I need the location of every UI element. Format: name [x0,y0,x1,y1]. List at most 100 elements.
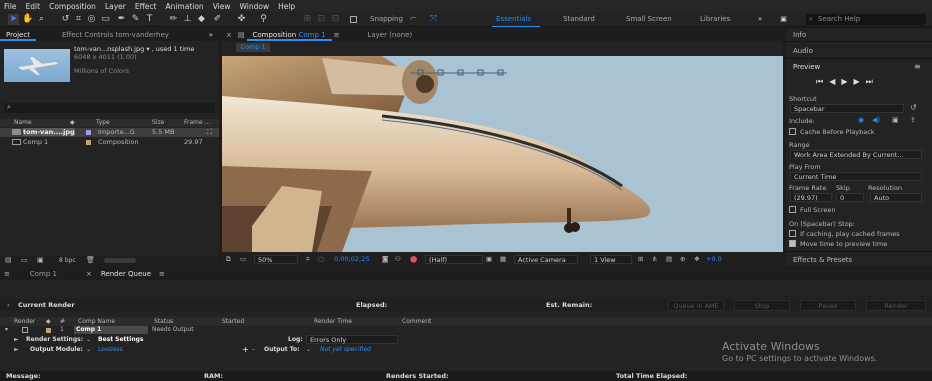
always-preview-icon[interactable]: ⧉ [226,253,231,266]
play-icon[interactable]: ▶ [841,77,853,86]
color-channel-icon[interactable]: ⬤ [410,253,417,266]
cache-before-playback-checkbox[interactable] [789,128,796,135]
thumbnail-slider[interactable] [104,258,136,263]
output-module-value[interactable]: Lossless [98,345,123,354]
range-dropdown[interactable]: Work Area Extended By Current... [790,150,922,159]
next-frame-icon[interactable]: ▶ [854,77,866,86]
region-of-interest-icon[interactable]: ▣ [486,253,492,266]
monitor-icon[interactable]: ▭ [240,253,246,266]
render-settings-value[interactable]: Best Settings [98,335,144,344]
flowchart-icon[interactable]: ⊕ [680,253,685,266]
hand-tool-icon[interactable]: ✋ [22,14,33,25]
axis-tool-icon[interactable]: ⊞ [302,14,313,25]
col-name[interactable]: Name [14,119,32,126]
current-time-display[interactable]: 0;00;02;25 [334,253,370,266]
last-frame-icon[interactable]: ⏭ [866,77,879,86]
render-checkbox[interactable] [22,327,28,333]
dropdown-arrow-icon[interactable]: ⌄ [306,345,311,354]
menu-edit[interactable]: Edit [26,2,41,11]
snap-edges-icon[interactable]: ⤧ [428,14,439,25]
comp-flowchart-tab[interactable]: Comp 1 [236,43,270,52]
lock-icon[interactable]: ▤ [236,31,247,39]
move-time-option[interactable]: Move time to preview time [789,240,887,248]
project-search-input[interactable]: ⌕ [4,103,215,113]
tab-layer[interactable]: Layer (none) [361,29,418,41]
project-item-row[interactable]: tom-van....jpg Importe...G 5.5 MB ⛶ [0,128,219,137]
snap-icon[interactable]: ⌐ [408,14,419,25]
bit-depth-button[interactable]: 8 bpc [59,257,76,264]
include-audio-icon[interactable]: ◀) [872,116,880,124]
eraser-tool-icon[interactable]: ◆ [196,14,207,25]
tab-project[interactable]: Project [0,29,36,41]
export-icon[interactable]: ⇪ [910,116,916,124]
shortcut-dropdown[interactable]: Spacebar [790,104,904,113]
if-caching-option[interactable]: If caching, play cached frames [789,230,900,238]
sync-settings-icon[interactable]: ▣ [778,14,789,25]
close-tab-icon[interactable]: × [222,31,236,39]
view-layout-dropdown[interactable]: 1 View [590,255,632,264]
selection-tool-icon[interactable]: ➤ [8,14,19,25]
col-comp-name[interactable]: Comp Name [78,317,115,326]
col-render-time[interactable]: Render Time [314,317,352,326]
full-screen-option[interactable]: Full Screen [789,206,836,214]
if-caching-checkbox[interactable] [789,230,796,237]
workspace-libraries[interactable]: Libraries [700,15,730,23]
zoom-dropdown[interactable]: 50% [254,255,298,264]
exposure-value[interactable]: +0.0 [706,253,722,266]
panel-menu-icon[interactable]: ≡ [157,270,167,278]
toggle-pixel-aspect-icon[interactable]: ⊞ [638,253,643,266]
cache-before-playback-option[interactable]: Cache Before Playback [789,128,875,136]
expand-arrow-icon[interactable]: ► [14,335,19,344]
menu-file[interactable]: File [4,2,17,11]
show-snapshot-icon[interactable]: ⚇ [395,253,401,266]
panel-more-button[interactable]: » [203,29,219,41]
expand-arrow-icon[interactable]: ► [14,345,19,354]
menu-window[interactable]: Window [240,2,270,11]
previous-frame-icon[interactable]: ◀ [829,77,841,86]
first-frame-icon[interactable]: ⏮ [816,77,829,86]
puppet-pin-tool-icon[interactable]: ⚲ [258,14,269,25]
brush-tool-icon[interactable]: ✏ [168,14,179,25]
workspace-small-screen[interactable]: Small Screen [626,15,672,23]
axis-tool-icon-3[interactable]: ⊟ [330,14,341,25]
comp-name-link[interactable]: Comp 1 [298,31,325,39]
output-to-value[interactable]: Not yet specified [320,345,371,354]
pen-tool-icon[interactable]: ✒ [116,14,127,25]
composition-canvas[interactable] [222,56,783,252]
clone-stamp-tool-icon[interactable]: ⊥ [182,14,193,25]
search-help-input[interactable]: ⌕ Search Help [806,14,926,25]
queue-in-ame-button[interactable]: Queue in AME [668,300,724,311]
pen-tool-icon-2[interactable]: ✎ [130,14,141,25]
col-frame-rate[interactable]: Frame ... [184,119,210,126]
dropdown-arrow-icon[interactable]: ⌄ [86,345,91,354]
snapshot-icon[interactable]: ◙ [382,253,388,266]
snapping-checkbox[interactable] [348,15,359,26]
col-started[interactable]: Started [222,317,244,326]
add-output-module-icon[interactable]: + [242,345,249,354]
log-dropdown[interactable]: Errors Only [306,335,398,344]
dropdown-arrow-icon[interactable]: ⌄ [86,335,91,344]
tab-render-queue[interactable]: Render Queue [95,268,157,280]
expand-arrow-icon[interactable]: › [7,301,10,309]
trash-icon[interactable]: 🗑 [86,256,95,264]
grid-icon[interactable]: ⌗ [306,253,310,266]
rectangle-tool-icon[interactable]: ▭ [100,14,111,25]
pause-button[interactable]: Pause [800,300,856,311]
roto-brush-tool-icon[interactable]: ✐ [212,14,223,25]
new-comp-icon[interactable]: ▣ [37,256,44,264]
menu-effect[interactable]: Effect [135,2,157,11]
info-panel-tab[interactable]: Info [793,31,806,39]
include-video-icon[interactable]: ◉ [858,116,864,124]
fast-previews-icon[interactable]: ⋔ [652,253,657,266]
reset-icon[interactable]: ↺ [910,103,917,112]
tab-effect-controls[interactable]: Effect Controls tom-vanderhey [56,29,175,41]
axis-tool-icon-2[interactable]: ⊡ [316,14,327,25]
col-type[interactable]: Type [96,119,110,126]
menu-composition[interactable]: Composition [49,2,96,11]
zoom-tool-icon[interactable]: ⌕ [36,14,47,25]
col-number[interactable]: # [60,317,65,326]
menu-animation[interactable]: Animation [165,2,203,11]
menu-view[interactable]: View [213,2,231,11]
panel-menu-icon[interactable]: ≡ [914,62,921,71]
resolution-dropdown[interactable]: Auto [870,193,922,202]
